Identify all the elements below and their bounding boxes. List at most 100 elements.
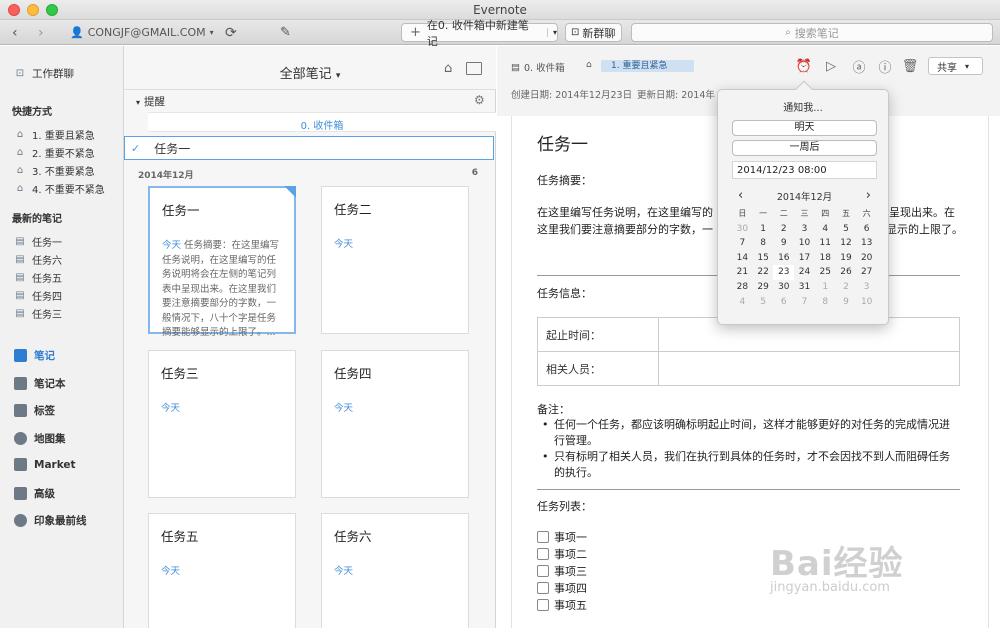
calendar-day[interactable]: 9 bbox=[773, 236, 794, 251]
calendar-day[interactable]: 21 bbox=[732, 265, 753, 280]
forward-icon[interactable]: › bbox=[38, 23, 44, 42]
calendar-day[interactable]: 10 bbox=[856, 295, 877, 310]
sidebar-item-notes[interactable]: 笔记 bbox=[14, 348, 55, 363]
checkbox[interactable] bbox=[537, 565, 549, 577]
note-card[interactable]: 任务四 今天 bbox=[321, 350, 469, 498]
calendar-day[interactable]: 19 bbox=[836, 251, 857, 266]
share-button[interactable]: 共享 ▾ bbox=[928, 57, 983, 75]
reminder-filter-icon[interactable]: ⌂ bbox=[444, 61, 452, 76]
calendar-day[interactable]: 28 bbox=[732, 280, 753, 295]
calendar-day[interactable]: 15 bbox=[753, 251, 774, 266]
calendar-day[interactable]: 16 bbox=[773, 251, 794, 266]
calendar-day[interactable]: 8 bbox=[753, 236, 774, 251]
calendar-day[interactable]: 31 bbox=[794, 280, 815, 295]
calendar-day[interactable]: 11 bbox=[815, 236, 836, 251]
checkbox[interactable] bbox=[537, 531, 549, 543]
calendar-day[interactable]: 25 bbox=[815, 265, 836, 280]
calendar-day[interactable]: 3 bbox=[794, 222, 815, 237]
recent-note-item[interactable]: ▤ 任务四 bbox=[14, 288, 62, 303]
sidebar-item-work-chat-front[interactable]: 印象最前线 bbox=[14, 513, 87, 528]
recent-note-item[interactable]: ▤ 任务五 bbox=[14, 270, 62, 285]
calendar-day[interactable]: 1 bbox=[815, 280, 836, 295]
remind-tomorrow-button[interactable]: 明天 bbox=[732, 120, 877, 136]
tag-chip[interactable]: 1. 重要且紧急 bbox=[601, 60, 694, 72]
calendar-day[interactable]: 7 bbox=[732, 236, 753, 251]
recent-note-item[interactable]: ▤ 任务一 bbox=[14, 234, 62, 249]
reminders-toggle[interactable]: ▾ 提醒 bbox=[136, 94, 165, 109]
search-input[interactable]: ⌕ 搜索笔记 bbox=[631, 23, 993, 42]
tag-icon[interactable]: ⌂ bbox=[586, 60, 592, 70]
new-note-button[interactable]: + 在0. 收件箱中新建笔记 ▾ bbox=[401, 19, 558, 48]
note-card[interactable]: 任务一 今天 任务摘要：在这里编写任务说明，在这里编写的任务说明将会在左侧的笔记… bbox=[148, 186, 296, 338]
chevron-right-icon[interactable]: › bbox=[866, 188, 877, 203]
sidebar-item-market[interactable]: Market bbox=[14, 458, 76, 471]
calendar-day[interactable]: 14 bbox=[732, 251, 753, 266]
note-title[interactable]: 任务一 bbox=[537, 130, 588, 155]
calendar-day[interactable]: 24 bbox=[794, 265, 815, 280]
calendar-day[interactable]: 26 bbox=[836, 265, 857, 280]
shortcut-item[interactable]: ⌂ 2. 重要不紧急 bbox=[14, 145, 95, 160]
calendar-day[interactable]: 2 bbox=[773, 222, 794, 237]
note-card[interactable]: 任务三 今天 bbox=[148, 350, 296, 498]
checklist-item[interactable]: 事项二 bbox=[537, 546, 587, 562]
sidebar-item-atlas[interactable]: 地图集 bbox=[14, 431, 66, 446]
calendar-day[interactable]: 9 bbox=[836, 295, 857, 310]
note-card[interactable]: 任务五 今天 bbox=[148, 513, 296, 628]
checkbox[interactable] bbox=[537, 548, 549, 560]
remind-next-week-button[interactable]: 一周后 bbox=[732, 140, 877, 156]
calendar-day[interactable]: 27 bbox=[856, 265, 877, 280]
presentation-icon[interactable]: ▷ bbox=[823, 58, 839, 74]
calendar-day[interactable]: 13 bbox=[856, 236, 877, 251]
calendar-day[interactable]: 12 bbox=[836, 236, 857, 251]
note-card[interactable]: 任务六 今天 bbox=[321, 513, 469, 628]
notebook-selector[interactable]: ▤ 0. 收件箱 bbox=[511, 60, 565, 75]
at-icon[interactable]: ⓐ bbox=[851, 58, 867, 76]
trash-icon[interactable]: 🗑 bbox=[902, 58, 919, 74]
info-icon[interactable]: ⓘ bbox=[877, 58, 893, 76]
recent-note-item[interactable]: ▤ 任务六 bbox=[14, 252, 62, 267]
calendar-day[interactable]: 8 bbox=[815, 295, 836, 310]
shortcut-item[interactable]: ⌂ 4. 不重要不紧急 bbox=[14, 181, 105, 196]
note-card[interactable]: 任务二 今天 bbox=[321, 186, 469, 334]
calendar-day[interactable]: 5 bbox=[836, 222, 857, 237]
calendar-day[interactable]: 2 bbox=[836, 280, 857, 295]
checklist-item[interactable]: 事项一 bbox=[537, 529, 587, 545]
calendar-day[interactable]: 23 bbox=[773, 265, 795, 280]
calendar-day[interactable]: 17 bbox=[794, 251, 815, 266]
checkbox[interactable] bbox=[537, 599, 549, 611]
checklist-item[interactable]: 事项三 bbox=[537, 563, 587, 579]
new-note-dropdown[interactable]: ▾ bbox=[546, 28, 557, 37]
account-menu[interactable]: 👤 CONGJF@GMAIL.COM ▾ bbox=[70, 23, 214, 42]
activity-icon[interactable]: ✎ bbox=[280, 23, 291, 42]
reminder-datetime-field[interactable]: 2014/12/23 08:00 bbox=[732, 161, 877, 179]
calendar-day[interactable]: 6 bbox=[856, 222, 877, 237]
alarm-clock-icon[interactable]: ⏰ bbox=[796, 58, 812, 74]
calendar-day[interactable]: 7 bbox=[794, 295, 815, 310]
calendar-day[interactable]: 6 bbox=[773, 295, 794, 310]
calendar-day[interactable]: 20 bbox=[856, 251, 877, 266]
calendar-day[interactable]: 1 bbox=[753, 222, 774, 237]
view-options-icon[interactable] bbox=[466, 62, 482, 75]
sidebar-item-premium[interactable]: 高级 bbox=[14, 486, 55, 501]
calendar-day[interactable]: 30 bbox=[773, 280, 794, 295]
shortcut-item[interactable]: ⌂ 1. 重要且紧急 bbox=[14, 127, 95, 142]
sync-icon[interactable]: ⟳ bbox=[225, 23, 237, 42]
checklist-item[interactable]: 事项四 bbox=[537, 580, 587, 596]
calendar-day[interactable]: 30 bbox=[732, 222, 753, 237]
checkbox[interactable] bbox=[537, 582, 549, 594]
calendar-day[interactable]: 3 bbox=[856, 280, 877, 295]
sidebar-item-tags[interactable]: 标签 bbox=[14, 403, 55, 418]
calendar-day[interactable]: 22 bbox=[753, 265, 774, 280]
reminder-task-row[interactable]: ✓ 任务一 bbox=[124, 136, 494, 160]
calendar-day[interactable]: 5 bbox=[753, 295, 774, 310]
table-cell[interactable] bbox=[658, 351, 960, 386]
new-chat-button[interactable]: ⊡ 新群聊 bbox=[565, 23, 622, 42]
shortcut-item[interactable]: ⌂ 3. 不重要紧急 bbox=[14, 163, 95, 178]
check-icon[interactable]: ✓ bbox=[131, 142, 140, 155]
calendar-day[interactable]: 18 bbox=[815, 251, 836, 266]
calendar-day[interactable]: 4 bbox=[732, 295, 753, 310]
gear-icon[interactable]: ⚙ bbox=[474, 93, 485, 107]
calendar-day[interactable]: 10 bbox=[794, 236, 815, 251]
sidebar-item-notebooks[interactable]: 笔记本 bbox=[14, 376, 66, 391]
note-list-title[interactable]: 全部笔记 ▾ bbox=[124, 63, 496, 82]
